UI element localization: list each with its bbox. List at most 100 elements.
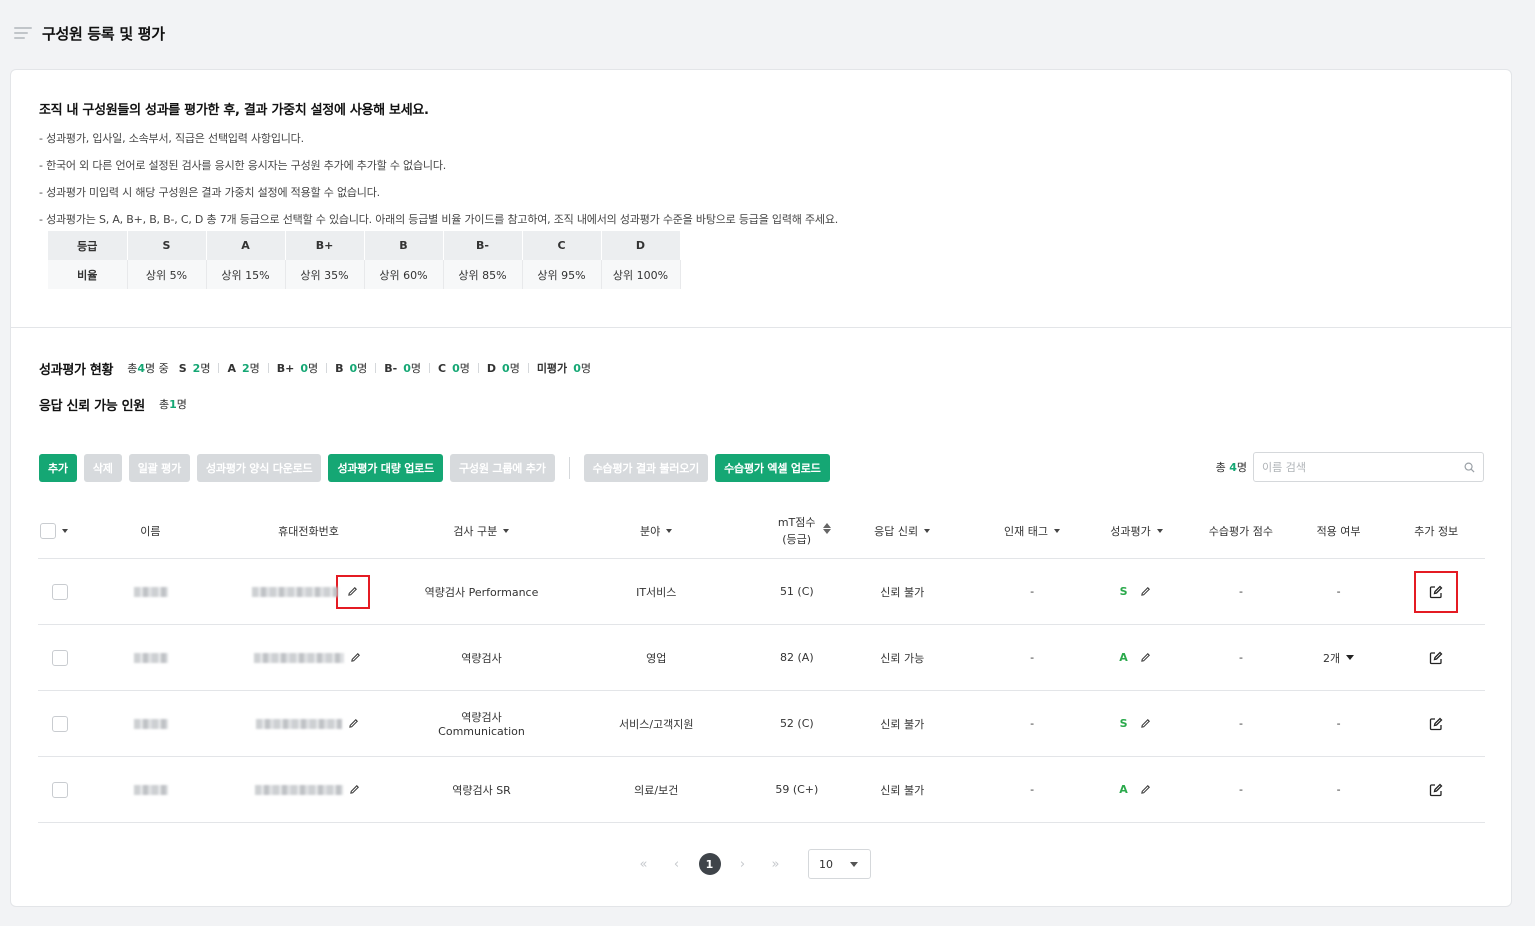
grade-cell: D: [601, 231, 681, 260]
col-field[interactable]: 분야: [540, 523, 772, 539]
phone-cell: [195, 782, 423, 798]
test-cell: 역량검사: [461, 651, 502, 665]
menu-icon[interactable]: [14, 27, 32, 39]
row-checkbox[interactable]: [52, 715, 68, 732]
extra-cell: [1387, 570, 1485, 613]
page-button-current[interactable]: 1: [693, 849, 726, 879]
edit-icon[interactable]: [1427, 715, 1445, 733]
add-button[interactable]: 추가: [39, 454, 77, 482]
stat-label: B: [335, 361, 344, 375]
row-select: [38, 781, 107, 798]
col-test-type[interactable]: 검사 구분: [423, 523, 540, 539]
reliable-prefix: 총: [158, 398, 170, 411]
pencil-icon[interactable]: [1138, 650, 1154, 666]
edit-icon[interactable]: [1427, 781, 1445, 799]
score-cell: 51 (C): [779, 585, 814, 598]
grade-cell: B: [364, 231, 444, 260]
tag-cell: -: [1030, 783, 1035, 796]
score-cell: 52 (C): [779, 717, 814, 730]
eval-cell: A: [1081, 650, 1192, 666]
bulk-eval-button[interactable]: 일괄 평가: [128, 454, 190, 482]
blurred-name: [133, 586, 168, 597]
col-eval[interactable]: 성과평가: [1081, 523, 1192, 539]
phone-cell: [195, 574, 423, 609]
select-all-checkbox[interactable]: [40, 522, 56, 539]
grade-head-label: 등급: [48, 231, 128, 260]
grade-cell: B+: [285, 231, 365, 260]
eval-total-count: 4: [137, 361, 145, 375]
apply-cell: -: [1336, 717, 1341, 730]
col-reliability[interactable]: 응답 신뢰: [821, 523, 983, 539]
trial-cell: -: [1238, 717, 1243, 730]
eval-cell: S: [1081, 584, 1192, 600]
row-checkbox[interactable]: [52, 649, 68, 666]
caret-down-icon[interactable]: [62, 528, 68, 533]
search-input[interactable]: [1262, 460, 1442, 474]
pencil-icon[interactable]: [347, 782, 363, 798]
reliable-row: 응답 신뢰 가능 인원 총 1명: [39, 394, 591, 414]
row-checkbox[interactable]: [52, 583, 68, 600]
stat-s: S2명: [179, 360, 211, 376]
pencil-icon[interactable]: [1138, 782, 1154, 798]
field-cell: IT서비스: [636, 585, 677, 599]
add-to-group-button[interactable]: 구성원 그룹에 추가: [450, 454, 555, 482]
blurred-name: [133, 652, 168, 663]
row-select: [38, 583, 107, 600]
next-page-icon[interactable]: ›: [726, 849, 759, 879]
apply-cell: -: [1336, 783, 1341, 796]
total-unit: 명: [1236, 461, 1247, 474]
search-icon[interactable]: [1464, 462, 1475, 473]
edit-icon[interactable]: [1427, 649, 1445, 667]
page-size-select[interactable]: 10: [808, 849, 871, 879]
reliability-cell: 신뢰 불가: [880, 585, 925, 599]
blurred-phone: [251, 586, 338, 597]
apply-cell[interactable]: 2개: [1290, 650, 1388, 666]
pencil-icon[interactable]: [346, 716, 362, 732]
delete-button[interactable]: 삭제: [83, 454, 122, 482]
stat-d: D0명: [487, 360, 520, 376]
total-prefix: 총: [1215, 461, 1230, 474]
col-label: 인재 태그: [1003, 524, 1048, 538]
stat-count: 2: [192, 361, 201, 375]
pencil-icon[interactable]: [348, 650, 364, 666]
last-page-icon[interactable]: »: [759, 849, 792, 879]
grade-value: A: [1119, 783, 1128, 796]
col-phone: 휴대전화번호: [278, 524, 339, 538]
bulk-upload-button[interactable]: 성과평가 대량 업로드: [328, 454, 444, 482]
col-label: 응답 신뢰: [874, 524, 919, 538]
sort-icon[interactable]: [823, 522, 832, 534]
trial-cell: -: [1238, 783, 1243, 796]
download-form-button[interactable]: 성과평가 양식 다운로드: [197, 454, 322, 482]
load-trial-button[interactable]: 수습평가 결과 불러오기: [583, 454, 709, 482]
reliability-cell: 신뢰 불가: [880, 717, 925, 731]
prev-page-icon[interactable]: ‹: [660, 849, 693, 879]
extra-cell: [1387, 715, 1485, 733]
caret-down-icon: [850, 861, 858, 867]
edit-icon[interactable]: [1414, 570, 1459, 613]
trial-excel-upload-button[interactable]: 수습평가 엑셀 업로드: [715, 454, 830, 482]
pencil-icon[interactable]: [335, 574, 370, 609]
apply-count: 2개: [1323, 651, 1341, 665]
stat-c: C0명: [438, 360, 470, 376]
pagination: « ‹ 1 › » 10: [627, 849, 871, 879]
search-total: 총 4명: [1216, 459, 1247, 475]
stat-label: A: [227, 361, 236, 375]
name-cell: [107, 652, 195, 663]
caret-down-icon: [666, 528, 673, 533]
extra-cell: [1387, 781, 1485, 799]
row-checkbox[interactable]: [52, 781, 68, 798]
test-cell: 역량검사 Performance: [424, 585, 539, 599]
col-extra-info: 추가 정보: [1414, 524, 1459, 538]
test-cell: 역량검사 Communication: [438, 711, 525, 738]
header-select-all: [38, 522, 106, 539]
grade-cell: S: [127, 231, 207, 260]
pencil-icon[interactable]: [1138, 584, 1154, 600]
pencil-icon[interactable]: [1138, 716, 1154, 732]
grade-ratio-table: 등급 S A B+ B B- C D 비율 상위 5% 상위 15% 상위 35…: [48, 231, 681, 289]
tag-cell: -: [1030, 585, 1035, 598]
col-talent-tag[interactable]: 인재 태그: [983, 523, 1081, 539]
first-page-icon[interactable]: «: [627, 849, 660, 879]
grade-value: A: [1119, 651, 1128, 664]
col-mt-score[interactable]: mT점수 (등급): [772, 514, 821, 548]
ratio-cell: 상위 95%: [522, 260, 602, 289]
